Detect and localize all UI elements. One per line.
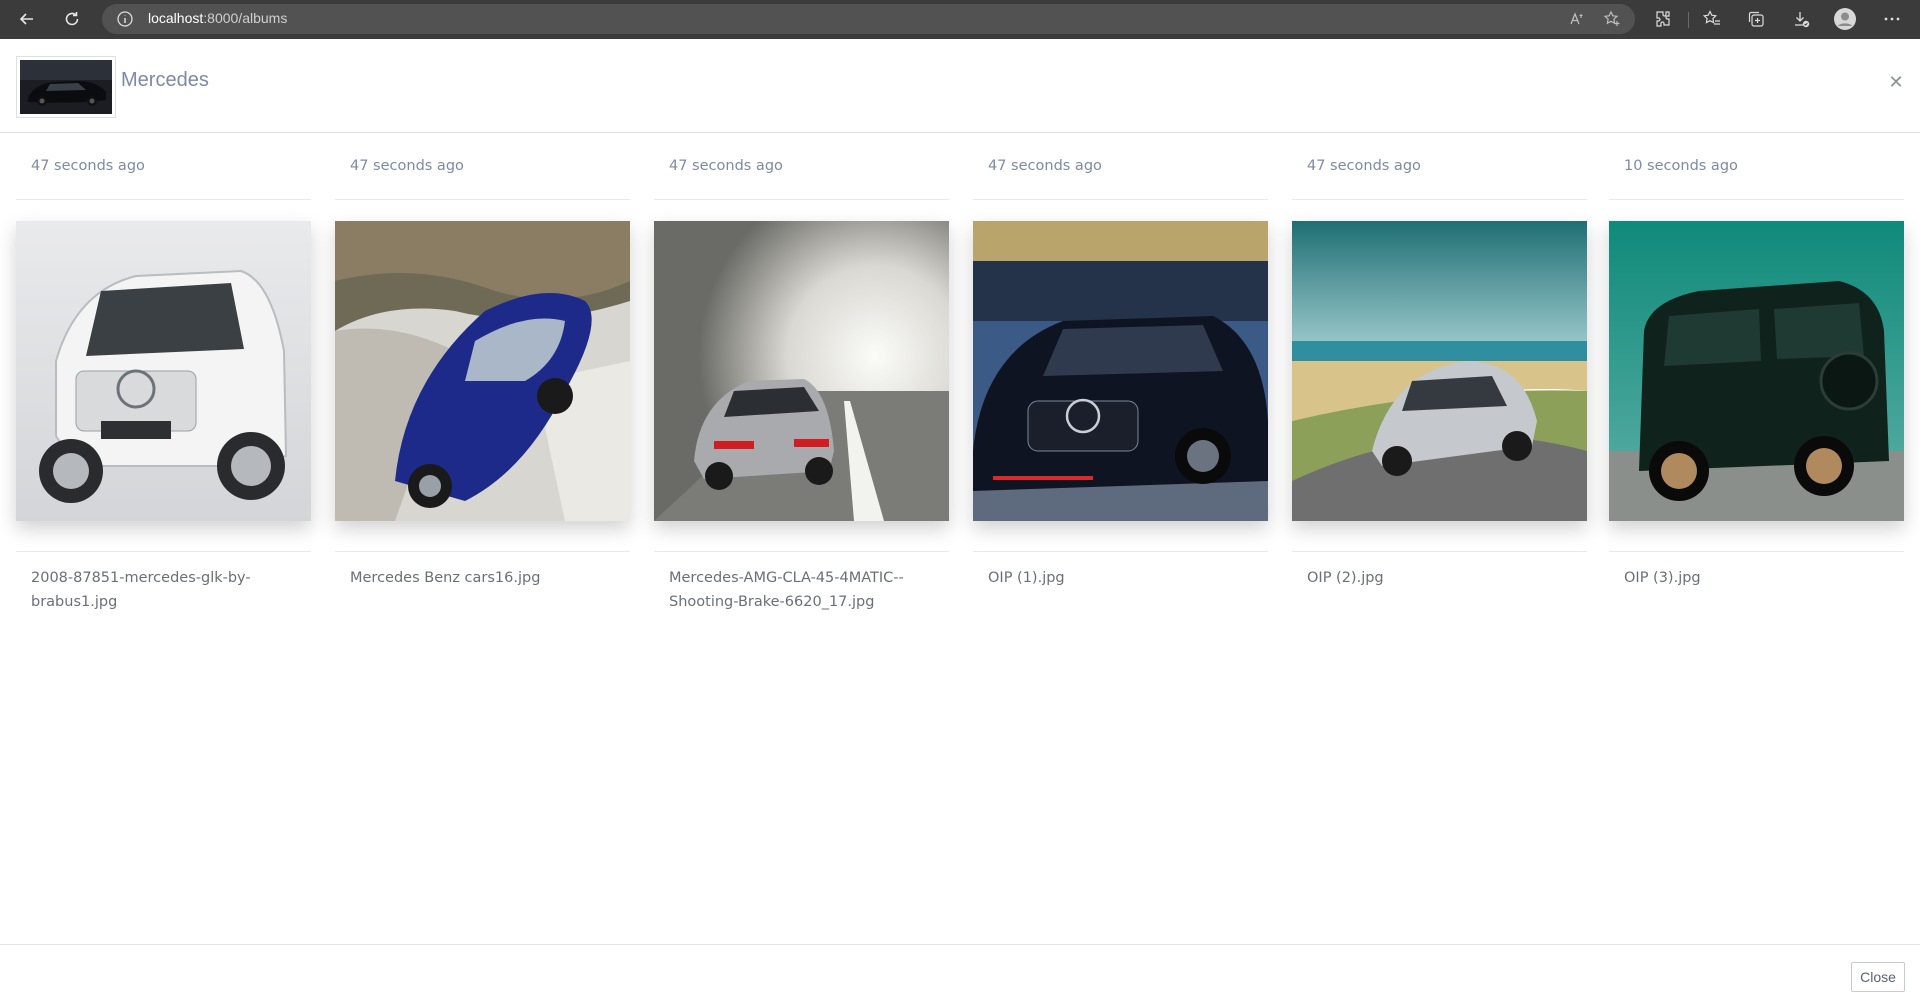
downloads-icon[interactable] — [1791, 9, 1811, 29]
album-modal-header: Mercedes ✕ — [0, 39, 1920, 133]
extensions-icon[interactable] — [1653, 9, 1673, 29]
address-bar[interactable]: localhost:8000/albums — [102, 4, 1635, 34]
blue-coupe-photo[interactable] — [335, 221, 630, 521]
back-icon[interactable] — [13, 5, 41, 33]
photo-card[interactable]: 10 seconds ago OIP (3).jpg — [1609, 133, 1904, 633]
photo-timestamp: 47 seconds ago — [654, 156, 949, 200]
photo-card[interactable]: 47 seconds ago OIP (2).jpg — [1292, 133, 1587, 633]
photo-filename: Mercedes-AMG-CLA-45-4MATIC--Shooting-Bra… — [654, 551, 949, 614]
photo-card[interactable]: 47 seconds ago 2008-87851-mercedes-glk-b… — [16, 133, 311, 633]
url-host: localhost — [148, 10, 204, 26]
black-sedan-photo[interactable] — [973, 221, 1268, 521]
silver-wagon-tunnel-photo[interactable] — [654, 221, 949, 521]
read-aloud-icon[interactable] — [1568, 10, 1586, 28]
photo-filename: 2008-87851-mercedes-glk-by-brabus1.jpg — [16, 551, 311, 614]
more-options-icon[interactable] — [1882, 9, 1902, 29]
url-path: :8000/albums — [203, 10, 288, 26]
photo-timestamp: 47 seconds ago — [335, 156, 630, 200]
photo-filename: OIP (1).jpg — [973, 551, 1268, 590]
photo-filename: OIP (2).jpg — [1292, 551, 1587, 590]
album-modal-footer: Close — [0, 944, 1920, 1005]
silver-sedan-coast-photo[interactable] — [1292, 221, 1587, 521]
site-info-icon[interactable] — [116, 10, 134, 28]
close-icon[interactable]: ✕ — [1885, 71, 1907, 93]
photo-timestamp: 10 seconds ago — [1609, 156, 1904, 200]
favorites-icon[interactable] — [1702, 9, 1722, 29]
green-gwagon-photo[interactable] — [1609, 221, 1904, 521]
photo-gallery: 47 seconds ago 2008-87851-mercedes-glk-b… — [16, 133, 1904, 633]
photo-timestamp: 47 seconds ago — [1292, 156, 1587, 200]
album-title: Mercedes — [121, 69, 209, 91]
photo-filename: OIP (3).jpg — [1609, 551, 1904, 590]
photo-timestamp: 47 seconds ago — [973, 156, 1268, 200]
profile-avatar-icon[interactable] — [1833, 7, 1857, 31]
photo-filename: Mercedes Benz cars16.jpg — [335, 551, 630, 590]
photo-card[interactable]: 47 seconds ago Mercedes Benz cars16.jpg — [335, 133, 630, 633]
photo-card[interactable]: 47 seconds ago OIP (1).jpg — [973, 133, 1268, 633]
collections-icon[interactable] — [1746, 9, 1766, 29]
white-suv-photo[interactable] — [16, 221, 311, 521]
toolbar-divider — [1688, 12, 1689, 28]
refresh-icon[interactable] — [58, 5, 86, 33]
add-favorite-icon[interactable] — [1603, 10, 1621, 28]
close-button[interactable]: Close — [1851, 962, 1905, 992]
url-text[interactable]: localhost:8000/albums — [148, 10, 287, 26]
album-cover-thumbnail — [16, 56, 116, 118]
photo-timestamp: 47 seconds ago — [16, 156, 311, 200]
photo-card[interactable]: 47 seconds ago Mercedes-AMG-CLA-45-4MATI… — [654, 133, 949, 633]
browser-toolbar: localhost:8000/albums — [0, 0, 1920, 39]
